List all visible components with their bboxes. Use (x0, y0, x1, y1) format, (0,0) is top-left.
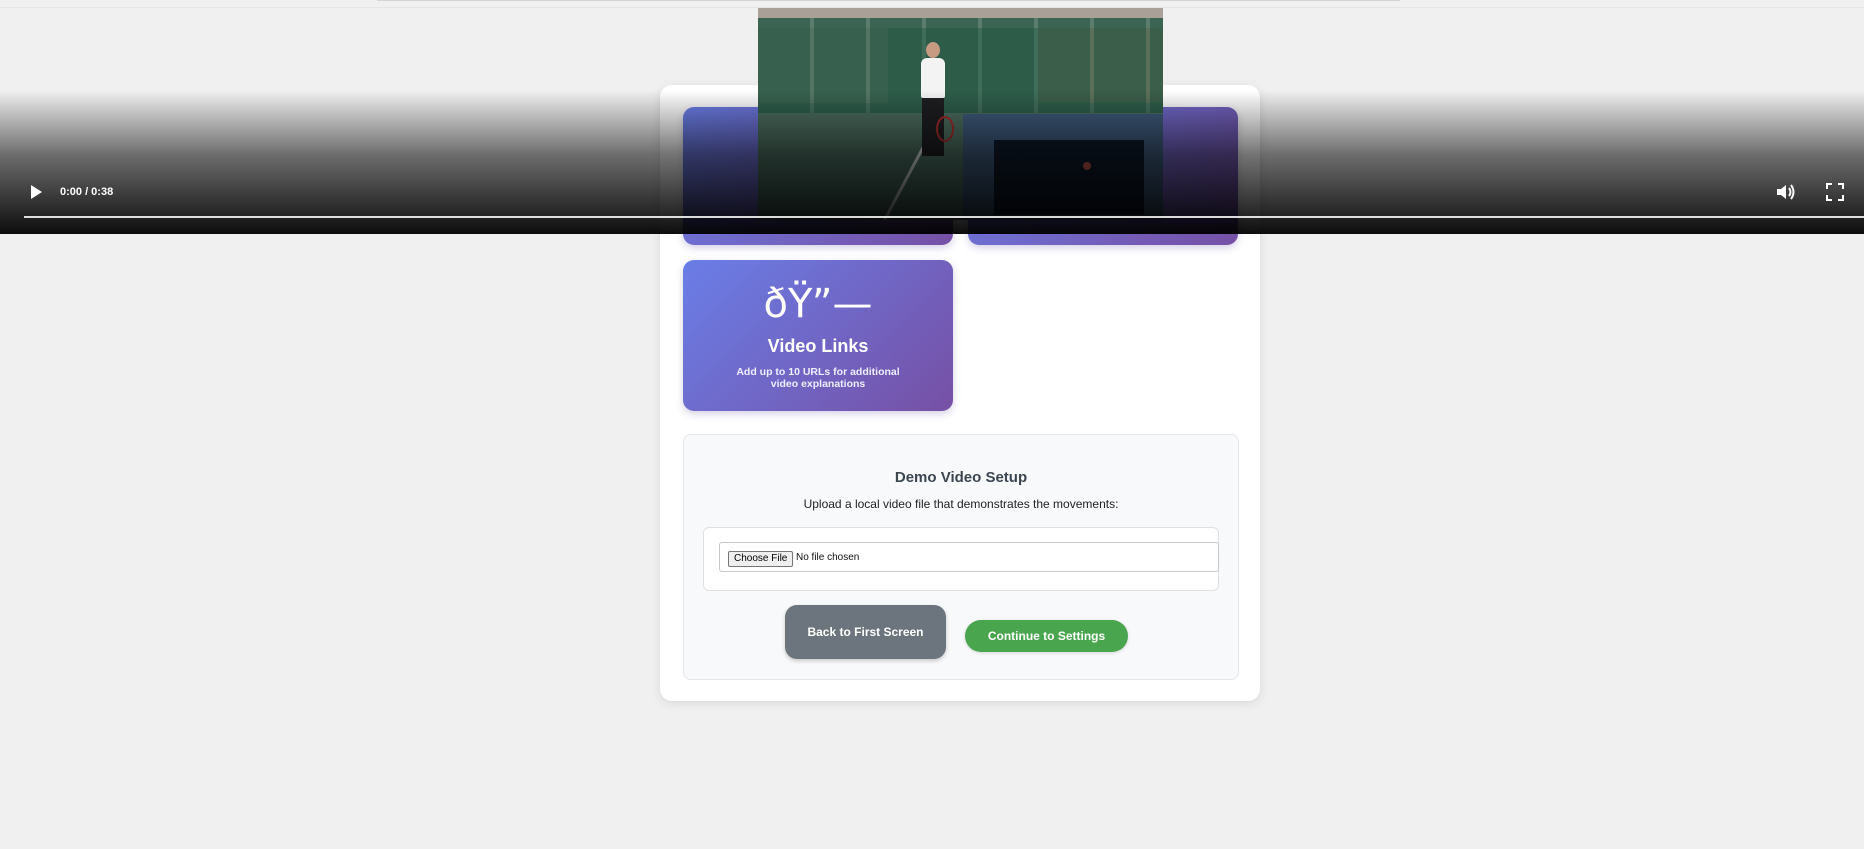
page: ðŸ”— Video Links Add up to 10 URLs for a… (0, 0, 1864, 849)
choose-file-button[interactable]: Choose File (728, 551, 794, 567)
section-description: Upload a local video file that demonstra… (803, 497, 1119, 511)
feature-description: Add up to 10 URLs for additional video e… (736, 366, 900, 390)
back-to-first-screen-button[interactable]: Back to First Screen (785, 605, 946, 659)
video-file-input[interactable]: Choose File No file chosen (719, 542, 1219, 572)
play-icon[interactable] (31, 185, 42, 199)
video-controls-bar: 0:00 / 0:38 (0, 90, 1864, 234)
link-icon: ðŸ”— (763, 281, 873, 327)
fullscreen-icon[interactable] (1826, 183, 1844, 201)
upload-box: Choose File No file chosen (703, 527, 1219, 591)
feature-card-video-links[interactable]: ðŸ”— Video Links Add up to 10 URLs for a… (683, 260, 953, 411)
demo-video-setup-section: Demo Video Setup Upload a local video fi… (683, 434, 1239, 680)
feature-title: Video Links (767, 336, 869, 356)
time-readout: 0:00 / 0:38 (60, 186, 114, 198)
file-status-text: No file chosen (796, 552, 860, 563)
section-title: Demo Video Setup (894, 469, 1028, 486)
video-scene-player-head (926, 42, 940, 58)
continue-to-settings-button[interactable]: Continue to Settings (965, 620, 1128, 652)
video-progress-bar[interactable] (24, 216, 1864, 218)
volume-icon[interactable] (1775, 183, 1797, 201)
top-divider (377, 0, 1400, 1)
